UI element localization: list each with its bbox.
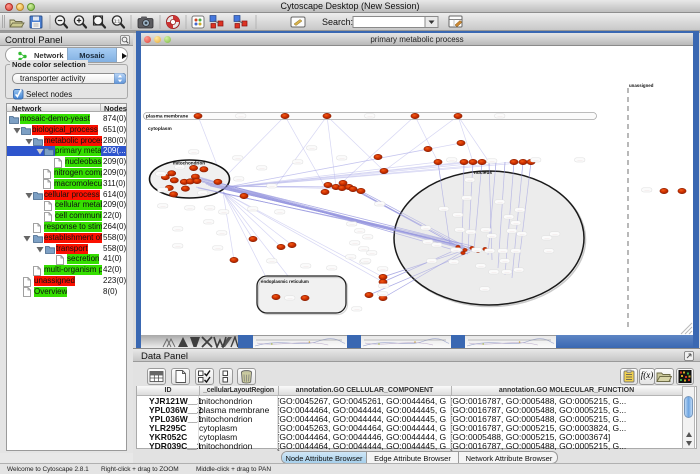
svg-text:cytoplasm: cytoplasm — [148, 126, 172, 132]
svg-text:·····: ····· — [208, 206, 213, 210]
svg-text:·····: ····· — [545, 236, 550, 240]
svg-text:·····: ····· — [488, 249, 493, 253]
svg-text:·····: ····· — [207, 220, 212, 224]
svg-text:·····: ····· — [270, 184, 275, 188]
svg-text:·····: ····· — [507, 215, 512, 219]
svg-text:·····: ····· — [236, 156, 241, 160]
svg-text:·····: ····· — [518, 208, 523, 212]
svg-text:·····: ····· — [469, 230, 474, 234]
svg-text:unassigned: unassigned — [629, 83, 654, 88]
svg-text:·····: ····· — [362, 247, 367, 251]
svg-text:·····: ····· — [426, 240, 431, 244]
svg-text:·····: ····· — [288, 296, 293, 300]
svg-text:·····: ····· — [270, 259, 275, 263]
svg-text:·····: ····· — [484, 228, 489, 232]
svg-text:·····: ····· — [510, 229, 515, 233]
svg-text:·····: ····· — [370, 251, 375, 255]
svg-text:·····: ····· — [514, 221, 519, 225]
svg-text:·····: ····· — [435, 243, 440, 247]
svg-text:·····: ····· — [378, 202, 383, 206]
svg-text:·····: ····· — [188, 206, 193, 210]
svg-text:·····: ····· — [456, 213, 461, 217]
svg-text:·····: ····· — [492, 270, 497, 274]
svg-text:·····: ····· — [450, 158, 455, 162]
svg-text:·····: ····· — [430, 259, 435, 263]
svg-text:·····: ····· — [368, 114, 373, 118]
svg-text:·····: ····· — [553, 232, 558, 236]
svg-text:·····: ····· — [161, 188, 166, 192]
svg-text:·····: ····· — [330, 266, 335, 270]
svg-text:·····: ····· — [239, 114, 244, 118]
svg-text:·····: ····· — [382, 284, 387, 288]
svg-text:·····: ····· — [201, 191, 206, 195]
svg-text:·····: ····· — [222, 210, 227, 214]
svg-text:·····: ····· — [216, 246, 221, 250]
svg-text:·····: ····· — [547, 249, 552, 253]
svg-text:·····: ····· — [490, 234, 495, 238]
svg-text:·····: ····· — [310, 146, 315, 150]
svg-text:·····: ····· — [296, 160, 301, 164]
svg-text:·····: ····· — [454, 248, 459, 252]
svg-text:·····: ····· — [498, 114, 503, 118]
svg-text:·····: ····· — [514, 249, 519, 253]
svg-text:·····: ····· — [501, 249, 506, 253]
svg-text:·····: ····· — [465, 196, 470, 200]
svg-text:·····: ····· — [260, 166, 265, 170]
svg-text:·····: ····· — [381, 267, 386, 271]
svg-text:·····: ····· — [278, 210, 283, 214]
svg-text:·····: ····· — [340, 156, 345, 160]
svg-text:·····: ····· — [442, 207, 447, 211]
svg-text:·····: ····· — [452, 260, 457, 264]
svg-text:·····: ····· — [220, 231, 225, 235]
svg-text:·····: ····· — [578, 158, 583, 162]
svg-text:·····: ····· — [161, 204, 166, 208]
svg-text:·····: ····· — [358, 229, 363, 233]
svg-text:·····: ····· — [350, 222, 355, 226]
svg-text:·····: ····· — [366, 235, 371, 239]
svg-text:·····: ····· — [534, 158, 539, 162]
svg-text:·····: ····· — [483, 287, 488, 291]
svg-text:·····: ····· — [505, 270, 510, 274]
svg-text:Search:: Search: — [322, 17, 353, 27]
svg-text:·····: ····· — [458, 228, 463, 232]
svg-text:·····: ····· — [468, 178, 473, 182]
svg-text:·····: ····· — [237, 177, 242, 181]
svg-text:·····: ····· — [503, 259, 508, 263]
svg-text:·····: ····· — [490, 159, 495, 163]
svg-text:·····: ····· — [645, 188, 650, 192]
svg-text:·····: ····· — [304, 264, 309, 268]
svg-text:·····: ····· — [498, 200, 503, 204]
svg-text:plasma membrane: plasma membrane — [146, 114, 188, 120]
svg-text:·····: ····· — [381, 292, 386, 296]
svg-text:·····: ····· — [178, 165, 183, 169]
svg-text:·····: ····· — [364, 259, 369, 263]
svg-text:nucleus: nucleus — [474, 170, 492, 176]
svg-text:·····: ····· — [192, 150, 197, 154]
svg-text:1:1: 1:1 — [114, 19, 121, 24]
svg-text:·····: ····· — [424, 226, 429, 230]
svg-text:·····: ····· — [176, 244, 181, 248]
svg-text:·····: ····· — [353, 241, 358, 245]
svg-text:·····: ····· — [159, 172, 164, 176]
svg-text:·····: ····· — [355, 307, 360, 311]
svg-text:·····: ····· — [349, 255, 354, 259]
svg-text:·····: ····· — [517, 268, 522, 272]
svg-text:·····: ····· — [479, 264, 484, 268]
svg-text:·····: ····· — [520, 232, 525, 236]
svg-text:endoplasmic reticulum: endoplasmic reticulum — [261, 279, 309, 284]
svg-text:·····: ····· — [475, 248, 480, 252]
svg-text:·····: ····· — [176, 227, 181, 231]
svg-text:·····: ····· — [251, 207, 256, 211]
